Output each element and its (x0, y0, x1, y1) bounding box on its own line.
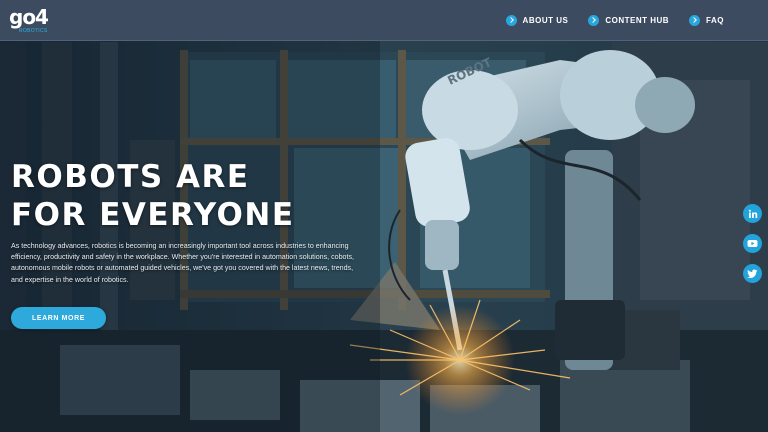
go4-robotics-logo[interactable]: go4 ROBOTICS (9, 3, 59, 37)
hero-heading: ROBOTS ARE FOR EVERYONE (11, 158, 341, 234)
nav-faq-label: FAQ (706, 15, 724, 25)
linkedin-button[interactable] (743, 204, 762, 223)
chevron-right-icon (588, 14, 600, 26)
youtube-button[interactable] (743, 234, 762, 253)
nav-about-us[interactable]: ABOUT US (505, 14, 569, 26)
youtube-icon (747, 240, 758, 247)
logo-wordmark: go4 (9, 5, 49, 29)
nav-faq[interactable]: FAQ (689, 14, 724, 26)
learn-more-button[interactable]: LEARN MORE (11, 307, 106, 329)
hero-heading-line-1: ROBOTS ARE (11, 159, 250, 195)
logo-subtitle: ROBOTICS (19, 28, 48, 34)
twitter-icon (747, 269, 758, 278)
hero-description: As technology advances, robotics is beco… (11, 242, 354, 284)
nav-about-us-label: ABOUT US (522, 15, 569, 25)
nav-content-hub[interactable]: CONTENT HUB (588, 14, 670, 26)
linkedin-icon (748, 209, 757, 218)
social-links (743, 204, 762, 294)
chevron-right-icon (689, 14, 701, 26)
top-navigation-bar: go4 ROBOTICS ABOUT US CONTENT HUB FAQ (0, 0, 768, 41)
main-nav: ABOUT US CONTENT HUB FAQ (505, 0, 724, 40)
hero-heading-line-2: FOR EVERYONE (11, 197, 295, 233)
nav-content-hub-label: CONTENT HUB (605, 15, 670, 25)
chevron-right-icon (505, 14, 517, 26)
twitter-button[interactable] (743, 264, 762, 283)
